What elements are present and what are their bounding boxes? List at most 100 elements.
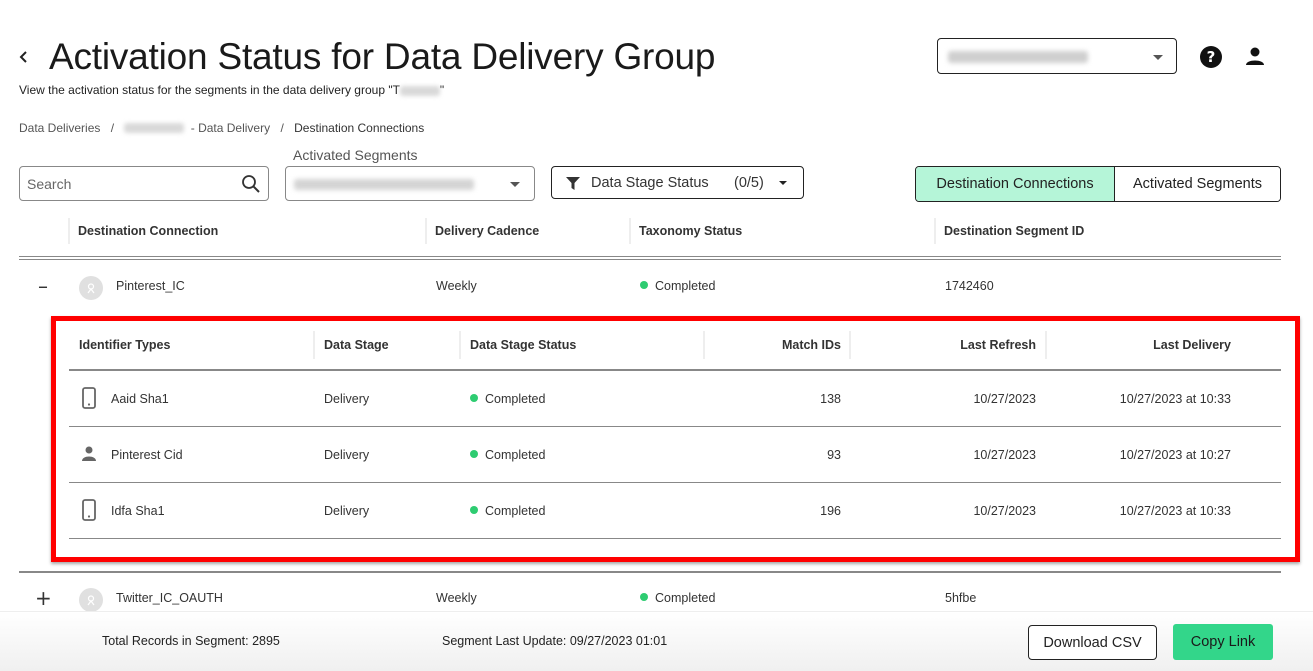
breadcrumb-data-deliveries[interactable]: Data Deliveries xyxy=(19,121,100,135)
destination-name: Twitter_IC_OAUTH xyxy=(116,591,223,605)
subtitle-suffix: " xyxy=(439,83,445,97)
download-csv-button[interactable]: Download CSV xyxy=(1028,625,1157,660)
column-header-last-refresh[interactable]: Last Refresh xyxy=(859,331,1036,359)
breadcrumb-data-delivery[interactable]: - Data Delivery xyxy=(191,121,270,135)
column-divider xyxy=(313,331,315,359)
column-header-data-stage-status[interactable]: Data Stage Status xyxy=(470,331,576,359)
column-header-identifier-types[interactable]: Identifier Types xyxy=(79,331,170,359)
subtitle-text: View the activation status for the segme… xyxy=(19,83,400,97)
data-stage: Delivery xyxy=(324,504,370,518)
column-header-taxonomy-status[interactable]: Taxonomy Status xyxy=(629,218,742,244)
collapse-button[interactable]: – xyxy=(35,276,51,296)
breadcrumb: Data Deliveries / - Data Delivery / Dest… xyxy=(19,120,424,135)
person-icon xyxy=(82,446,96,461)
destination-segment-id: 5hfbe xyxy=(945,591,977,605)
column-divider xyxy=(849,331,851,359)
taxonomy-status: Completed xyxy=(640,279,715,293)
delivery-cadence: Weekly xyxy=(436,591,477,605)
search-field[interactable] xyxy=(19,166,269,201)
identifier-row: Aaid Sha1 Delivery Completed 138 10/27/2… xyxy=(69,371,1281,427)
last-refresh: 10/27/2023 xyxy=(973,448,1036,462)
column-header-destination-segment-id[interactable]: Destination Segment ID xyxy=(934,218,1084,244)
activated-segments-value xyxy=(294,179,474,190)
destination-logo-icon xyxy=(79,588,103,612)
identifier-row: Idfa Sha1 Delivery Completed 196 10/27/2… xyxy=(69,483,1281,539)
status-dot-icon xyxy=(640,281,648,289)
last-refresh: 10/27/2023 xyxy=(973,504,1036,518)
total-records: Total Records in Segment: 2895 xyxy=(102,634,280,648)
identifier-type: Aaid Sha1 xyxy=(111,392,169,406)
data-stage-status-text: Completed xyxy=(485,392,546,406)
person-icon[interactable] xyxy=(1245,46,1265,66)
activated-segments-select[interactable] xyxy=(285,166,535,201)
breadcrumb-separator: / xyxy=(110,120,115,135)
organization-select[interactable] xyxy=(937,38,1177,74)
breadcrumb-separator: / xyxy=(280,120,284,135)
redacted-group-name xyxy=(399,85,440,96)
search-input[interactable] xyxy=(27,175,232,193)
identifier-table-header: Identifier Types Data Stage Data Stage S… xyxy=(69,321,1281,373)
last-delivery: 10/27/2023 at 10:33 xyxy=(1119,392,1231,406)
column-header-data-stage[interactable]: Data Stage xyxy=(324,331,389,359)
destination-row[interactable]: – Pinterest_IC Weekly Completed 1742460 xyxy=(19,260,1281,312)
column-divider xyxy=(703,331,705,359)
filter-label: Data Stage Status xyxy=(591,175,709,191)
data-stage-status: Completed xyxy=(470,392,545,406)
back-button[interactable] xyxy=(16,47,30,67)
column-header-delivery-cadence[interactable]: Delivery Cadence xyxy=(425,218,539,244)
mobile-phone-icon xyxy=(82,387,96,409)
destination-table-header: Destination Connection Delivery Cadence … xyxy=(19,214,1281,260)
taxonomy-status-text: Completed xyxy=(655,279,716,293)
column-header-destination-connection[interactable]: Destination Connection xyxy=(68,218,218,244)
column-header-last-delivery[interactable]: Last Delivery xyxy=(1059,331,1231,359)
destination-logo-icon xyxy=(79,276,103,300)
status-dot-icon xyxy=(640,593,648,601)
identifier-type: Pinterest Cid xyxy=(111,448,183,462)
identifier-type: Idfa Sha1 xyxy=(111,504,165,518)
status-dot-icon xyxy=(470,394,478,402)
identifier-detail-panel: Identifier Types Data Stage Data Stage S… xyxy=(51,316,1300,562)
last-delivery: 10/27/2023 at 10:33 xyxy=(1119,504,1231,518)
data-stage-status: Completed xyxy=(470,448,545,462)
chevron-left-icon xyxy=(19,51,27,63)
taxonomy-status: Completed xyxy=(640,591,715,605)
last-refresh: 10/27/2023 xyxy=(973,392,1036,406)
help-icon[interactable]: ? xyxy=(1200,46,1222,68)
column-header-match-ids[interactable]: Match IDs xyxy=(709,331,841,359)
filter-icon xyxy=(566,177,580,190)
data-stage-status-filter[interactable]: Data Stage Status (0/5) xyxy=(551,166,804,199)
data-stage-status-text: Completed xyxy=(485,448,546,462)
data-stage: Delivery xyxy=(324,392,370,406)
caret-down-icon xyxy=(779,181,787,185)
taxonomy-status-text: Completed xyxy=(655,591,716,605)
destination-name: Pinterest_IC xyxy=(116,279,185,293)
match-ids: 93 xyxy=(827,448,841,462)
view-toggle: Destination Connections Activated Segmen… xyxy=(915,166,1281,202)
redacted-group-name xyxy=(124,122,185,133)
footer-bar: Total Records in Segment: 2895 Segment L… xyxy=(0,611,1313,671)
last-delivery: 10/27/2023 at 10:27 xyxy=(1119,448,1231,462)
filter-count: (0/5) xyxy=(734,175,764,191)
search-icon[interactable] xyxy=(241,174,261,194)
data-stage: Delivery xyxy=(324,448,370,462)
mobile-phone-icon xyxy=(82,499,96,521)
page-title: Activation Status for Data Delivery Grou… xyxy=(49,36,716,77)
copy-link-button[interactable]: Copy Link xyxy=(1173,624,1273,660)
caret-down-icon xyxy=(510,182,520,187)
column-divider xyxy=(1045,331,1047,359)
identifier-row: Pinterest Cid Delivery Completed 93 10/2… xyxy=(69,427,1281,483)
page-subtitle: View the activation status for the segme… xyxy=(19,83,444,97)
match-ids: 196 xyxy=(820,504,841,518)
delivery-cadence: Weekly xyxy=(436,279,477,293)
activated-segments-label: Activated Segments xyxy=(293,147,418,163)
breadcrumb-current: Destination Connections xyxy=(294,120,425,135)
toggle-activated-segments[interactable]: Activated Segments xyxy=(1115,167,1280,201)
status-dot-icon xyxy=(470,506,478,514)
match-ids: 138 xyxy=(820,392,841,406)
expand-button[interactable]: + xyxy=(35,588,52,608)
caret-down-icon xyxy=(1153,55,1163,60)
organization-select-value xyxy=(948,51,1088,63)
status-dot-icon xyxy=(470,450,478,458)
toggle-destination-connections[interactable]: Destination Connections xyxy=(916,167,1115,201)
column-divider xyxy=(459,331,461,359)
